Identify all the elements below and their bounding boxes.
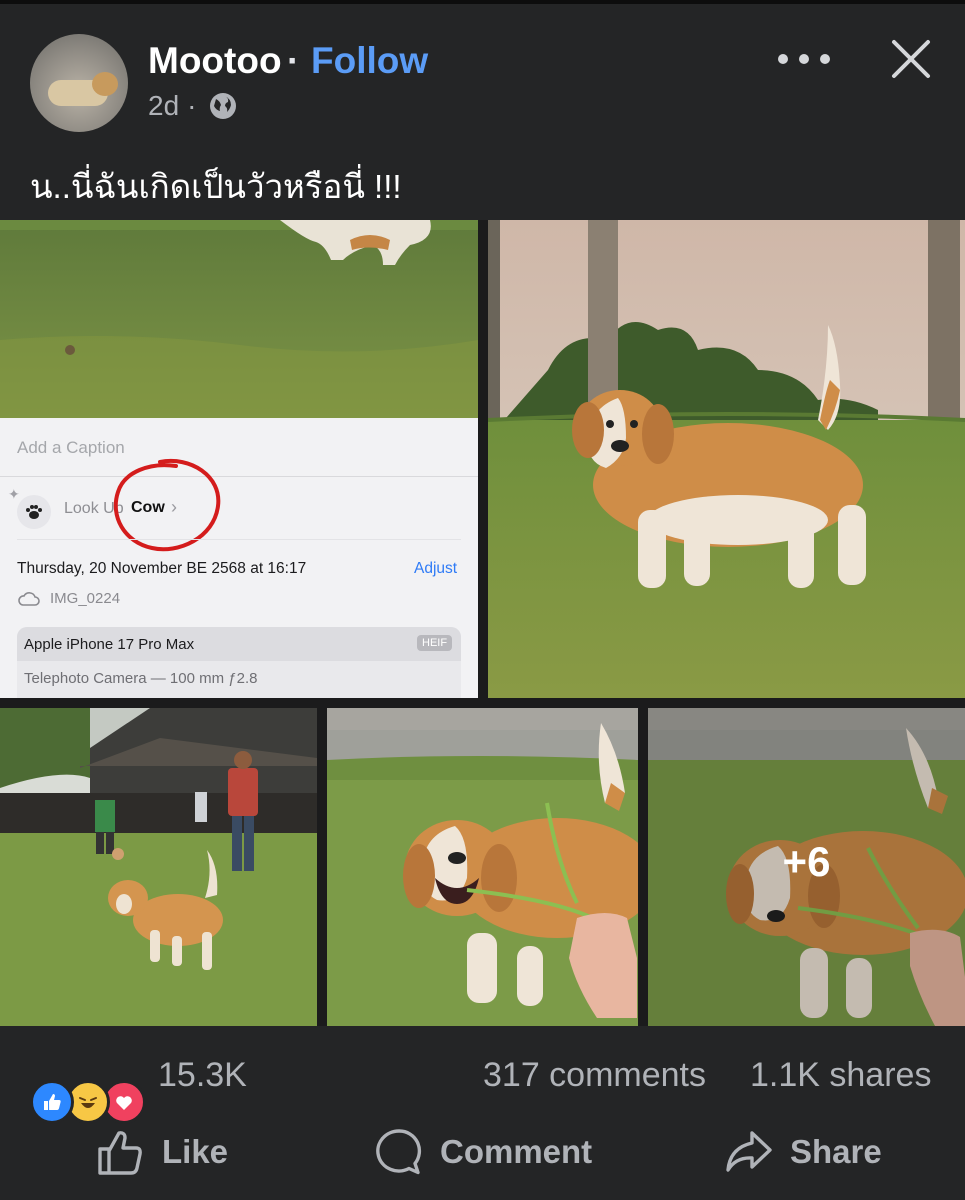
like-reaction-icon	[30, 1080, 74, 1124]
share-label: Share	[790, 1133, 882, 1170]
comment-button[interactable]: Comment	[374, 1124, 592, 1180]
name-separator: ·	[287, 40, 300, 81]
share-button[interactable]: Share	[724, 1124, 882, 1180]
shares-count[interactable]: 1.1K shares	[750, 1056, 931, 1095]
reaction-icons[interactable]	[30, 1080, 150, 1124]
cloud-icon	[18, 592, 40, 606]
post-stats: 15.3K 317 comments 1.1K shares	[0, 1026, 965, 1124]
divider	[17, 539, 461, 540]
reactions-count[interactable]: 15.3K	[158, 1056, 247, 1095]
avatar-dog-head	[92, 72, 118, 96]
comment-icon	[376, 1129, 422, 1175]
format-badge: HEIF	[417, 635, 453, 651]
photo-5-more[interactable]: +6	[648, 708, 965, 1026]
share-arrow-icon	[726, 1131, 772, 1172]
author-name[interactable]: Mootoo	[148, 40, 282, 82]
post-caption: น..นี่ฉันเกิดเป็นวัวหรือนี่ !!!	[30, 168, 402, 205]
like-button[interactable]: Like	[96, 1124, 228, 1180]
photo-date: Thursday, 20 November BE 2568 at 16:17	[17, 560, 307, 577]
follow-button[interactable]: Follow	[311, 40, 428, 82]
adjust-link: Adjust	[414, 560, 458, 577]
red-marker-circle	[113, 458, 221, 552]
sparkle-icon: ✦	[8, 486, 20, 502]
paw-icon	[17, 495, 51, 529]
more-options-icon[interactable]	[778, 44, 830, 74]
comment-label: Comment	[440, 1133, 593, 1170]
globe-icon[interactable]	[208, 91, 238, 121]
dog-photo	[488, 220, 965, 698]
post-actions: Like Comment Share	[0, 1116, 965, 1200]
file-name: IMG_0224	[50, 590, 121, 607]
yard-photo	[0, 708, 317, 1026]
thumbs-up-icon	[98, 1131, 142, 1175]
meta-separator: ·	[187, 90, 197, 121]
photo-grid: Add a Caption ✦ Look Up Cow › Thursday, …	[0, 220, 965, 1026]
photo-2-dog-standing[interactable]	[488, 220, 965, 698]
device-name: Apple iPhone 17 Pro Max	[24, 636, 195, 653]
photo-1-screenshot[interactable]: Add a Caption ✦ Look Up Cow › Thursday, …	[0, 220, 478, 698]
divider	[0, 476, 478, 477]
post-meta: 2d ·	[148, 90, 238, 122]
post-header: Mootoo · Follow 2d · น..นี่ฉันเกิดเป็นวั…	[0, 0, 965, 220]
more-photos-count: +6	[782, 838, 831, 885]
comments-count[interactable]: 317 comments	[483, 1056, 706, 1095]
camera-info-card: Apple iPhone 17 Pro Max HEIF Telephoto C…	[17, 627, 461, 698]
photo-3-dog-yard[interactable]	[0, 708, 317, 1026]
post-time[interactable]: 2d	[148, 90, 179, 122]
dog-grass-photo	[327, 708, 638, 1026]
like-label: Like	[162, 1133, 229, 1170]
avatar[interactable]	[30, 34, 128, 132]
lens-info: Telephoto Camera — 100 mm ƒ2.8	[24, 670, 258, 687]
close-icon[interactable]	[890, 38, 932, 80]
grass-image	[0, 220, 478, 418]
photo-4-dog-grass[interactable]	[327, 708, 638, 1026]
more-photos-overlay[interactable]: +6	[648, 708, 965, 1026]
